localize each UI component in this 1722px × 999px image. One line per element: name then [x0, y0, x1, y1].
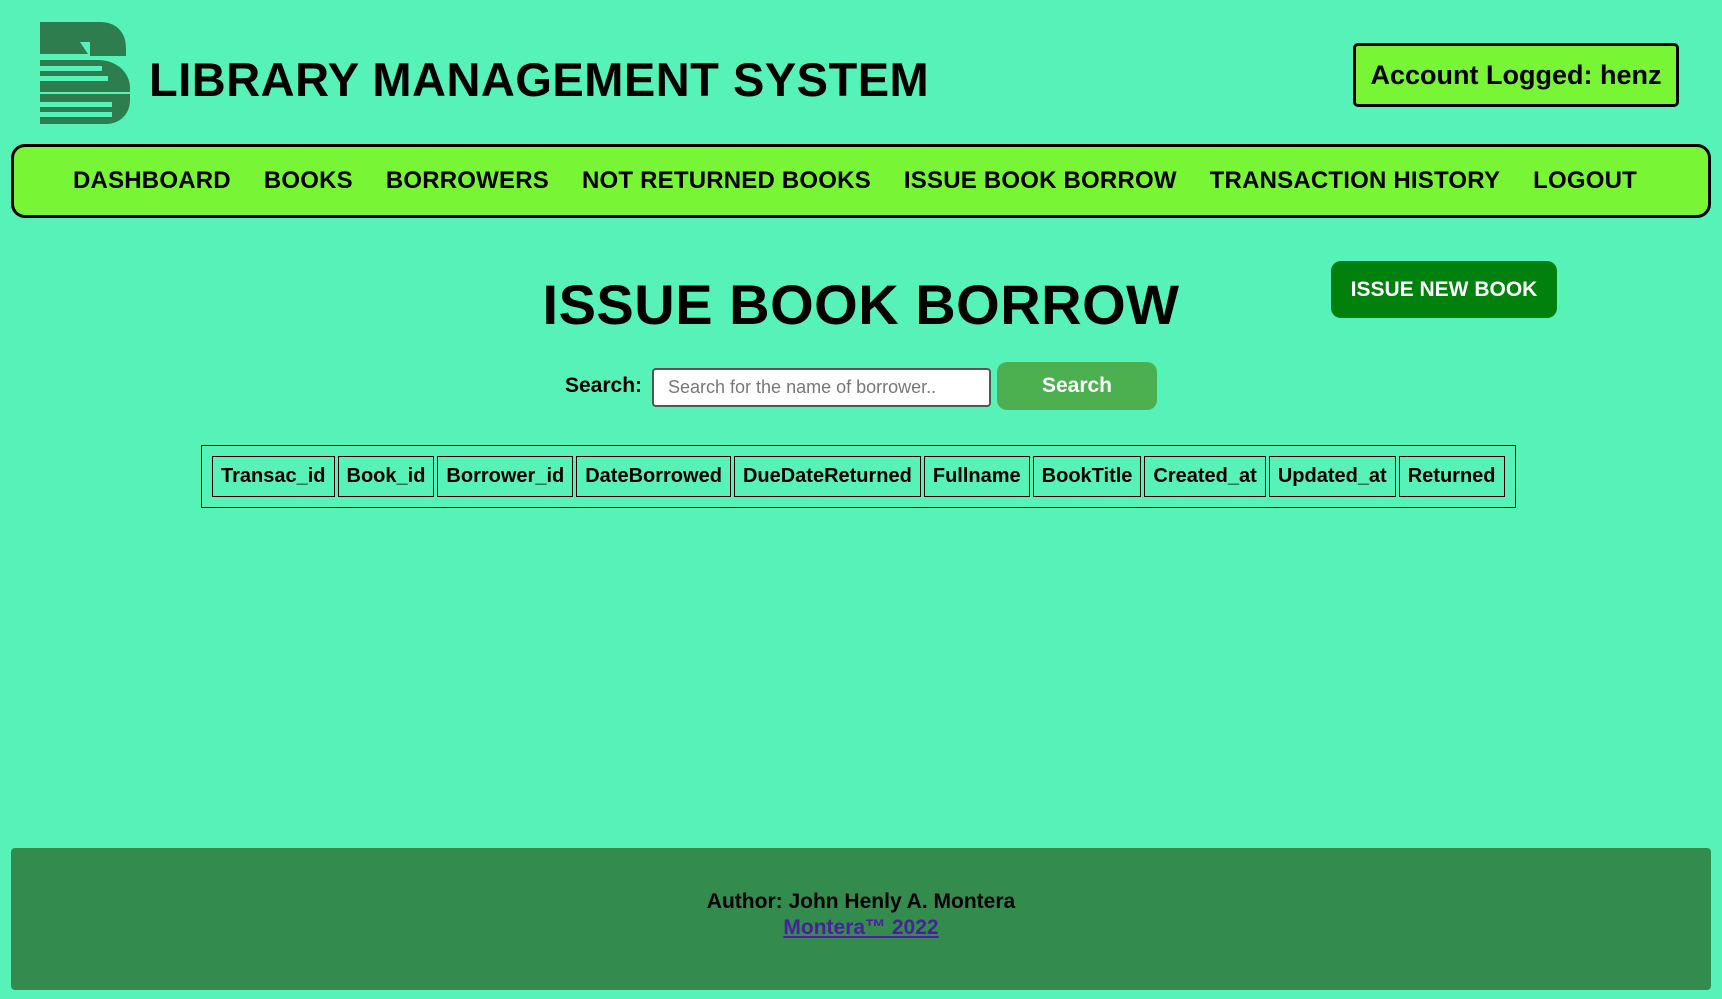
column-header-book-title: BookTitle: [1032, 456, 1142, 497]
nav-item-transaction-history[interactable]: TRANSACTION HISTORY: [1210, 167, 1500, 195]
nav-item-issue-book-borrow[interactable]: ISSUE BOOK BORROW: [904, 167, 1177, 195]
table-header-row: Transac_id Book_id Borrower_id DateBorro…: [212, 456, 1505, 497]
header: LIBRARY MANAGEMENT SYSTEM Account Logged…: [0, 0, 1722, 140]
issue-new-book-button[interactable]: ISSUE NEW BOOK: [1331, 261, 1557, 318]
column-header-fullname: Fullname: [923, 456, 1030, 497]
nav-item-logout[interactable]: LOGOUT: [1533, 167, 1637, 195]
column-header-returned: Returned: [1398, 456, 1505, 497]
column-header-due-date-returned: DueDateReturned: [733, 456, 921, 497]
column-header-book-id: Book_id: [337, 456, 435, 497]
column-header-date-borrowed: DateBorrowed: [576, 456, 731, 497]
nav-item-borrowers[interactable]: BORROWERS: [386, 167, 549, 195]
account-badge: Account Logged: henz: [1353, 43, 1679, 107]
app-title: LIBRARY MANAGEMENT SYSTEM: [149, 53, 930, 106]
column-header-borrower-id: Borrower_id: [437, 456, 574, 497]
footer: Author: John Henly A. Montera Montera™ 2…: [11, 848, 1711, 990]
footer-copyright-link[interactable]: Montera™ 2022: [783, 916, 938, 939]
nav-item-books[interactable]: BOOKS: [264, 167, 353, 195]
footer-author: Author: John Henly A. Montera: [706, 890, 1016, 913]
transactions-table: Transac_id Book_id Borrower_id DateBorro…: [201, 445, 1516, 508]
search-label: Search:: [565, 374, 643, 397]
nav-item-not-returned-books[interactable]: NOT RETURNED BOOKS: [582, 167, 871, 195]
search-input[interactable]: [652, 368, 991, 407]
main-nav: DASHBOARD BOOKS BORROWERS NOT RETURNED B…: [11, 144, 1711, 218]
books-logo-icon: [40, 22, 130, 124]
search-button[interactable]: Search: [997, 362, 1157, 410]
column-header-updated-at: Updated_at: [1268, 456, 1396, 497]
column-header-created-at: Created_at: [1144, 456, 1266, 497]
column-header-transac-id: Transac_id: [212, 456, 335, 497]
nav-item-dashboard[interactable]: DASHBOARD: [73, 167, 231, 195]
